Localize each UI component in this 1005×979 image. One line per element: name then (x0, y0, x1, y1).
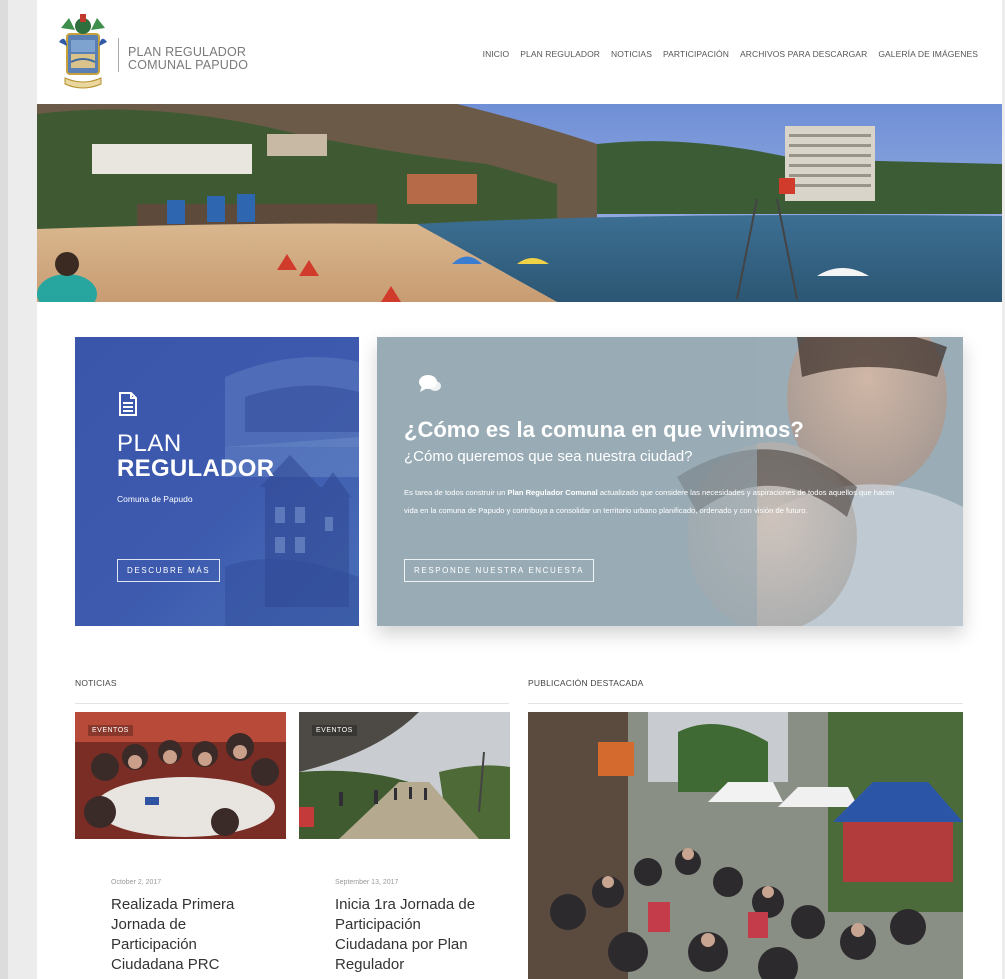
news-card[interactable]: EVENTOS October 2, 2017 Realizada Primer… (75, 712, 286, 979)
news-card[interactable]: EVENTOS September 13, 2017 Inicia 1ra Jo… (299, 712, 510, 979)
page-left-border (0, 0, 8, 979)
plan-card-title-line-2: REGULADOR (117, 455, 275, 482)
page: PLAN REGULADOR COMUNAL PAPUDO INICIO PLA… (37, 0, 1002, 979)
coat-of-arms-logo[interactable] (57, 12, 109, 96)
site-brand[interactable]: PLAN REGULADOR COMUNAL PAPUDO (128, 46, 248, 72)
nav-plan-regulador[interactable]: PLAN REGULADOR (520, 49, 600, 59)
survey-body-start: Es tarea de todos construir un (404, 488, 508, 497)
news-date: September 13, 2017 (335, 879, 399, 886)
news-title[interactable]: Inicia 1ra Jornada de Participación Ciud… (335, 895, 495, 975)
nav-noticias[interactable]: NOTICIAS (611, 49, 652, 59)
survey-title: ¿Cómo es la comuna en que vivimos? (404, 417, 804, 442)
featured-section-title: PUBLICACIÓN DESTACADA (528, 678, 644, 688)
news-tag[interactable]: EVENTOS (312, 725, 357, 736)
survey-body-bold: Plan Regulador Comunal (507, 488, 598, 497)
news-section-title: NOTICIAS (75, 678, 117, 688)
plan-regulador-card[interactable]: PLAN REGULADOR Comuna de Papudo DESCUBRE… (75, 337, 359, 626)
survey-subtitle: ¿Cómo queremos que sea nuestra ciudad? (404, 448, 693, 465)
news-image[interactable]: EVENTOS (75, 712, 286, 839)
nav-inicio[interactable]: INICIO (483, 49, 510, 59)
plan-card-title-line-1: PLAN (117, 430, 182, 457)
survey-card[interactable]: ¿Cómo es la comuna en que vivimos? ¿Cómo… (377, 337, 963, 626)
news-section-divider (75, 703, 509, 704)
news-tag[interactable]: EVENTOS (88, 725, 133, 736)
main-nav: INICIO PLAN REGULADOR NOTICIAS PARTICIPA… (483, 49, 978, 59)
responde-encuesta-button[interactable]: RESPONDE NUESTRA ENCUESTA (404, 559, 595, 582)
featured-publication-image[interactable] (528, 712, 963, 979)
survey-card-background-photo (377, 337, 963, 626)
news-image[interactable]: EVENTOS (299, 712, 510, 839)
document-icon (119, 392, 137, 416)
plan-card-subtitle: Comuna de Papudo (117, 494, 193, 504)
descubre-mas-button[interactable]: DESCUBRE MÁS (117, 559, 221, 582)
site-header: PLAN REGULADOR COMUNAL PAPUDO INICIO PLA… (37, 0, 1002, 104)
survey-body-text: Es tarea de todos construir un Plan Regu… (404, 484, 904, 519)
news-title[interactable]: Realizada Primera Jornada de Participaci… (111, 895, 271, 975)
nav-archivos[interactable]: ARCHIVOS PARA DESCARGAR (740, 49, 867, 59)
featured-section-divider (528, 703, 963, 704)
brand-line-2: COMUNAL PAPUDO (128, 58, 249, 72)
nav-participacion[interactable]: PARTICIPACIÓN (663, 49, 729, 59)
brand-divider (118, 38, 119, 72)
chat-bubbles-icon (419, 375, 441, 392)
hero-beach-photo (37, 104, 1002, 302)
news-date: October 2, 2017 (111, 879, 162, 886)
nav-galeria[interactable]: GALERÍA DE IMÁGENES (878, 49, 978, 59)
